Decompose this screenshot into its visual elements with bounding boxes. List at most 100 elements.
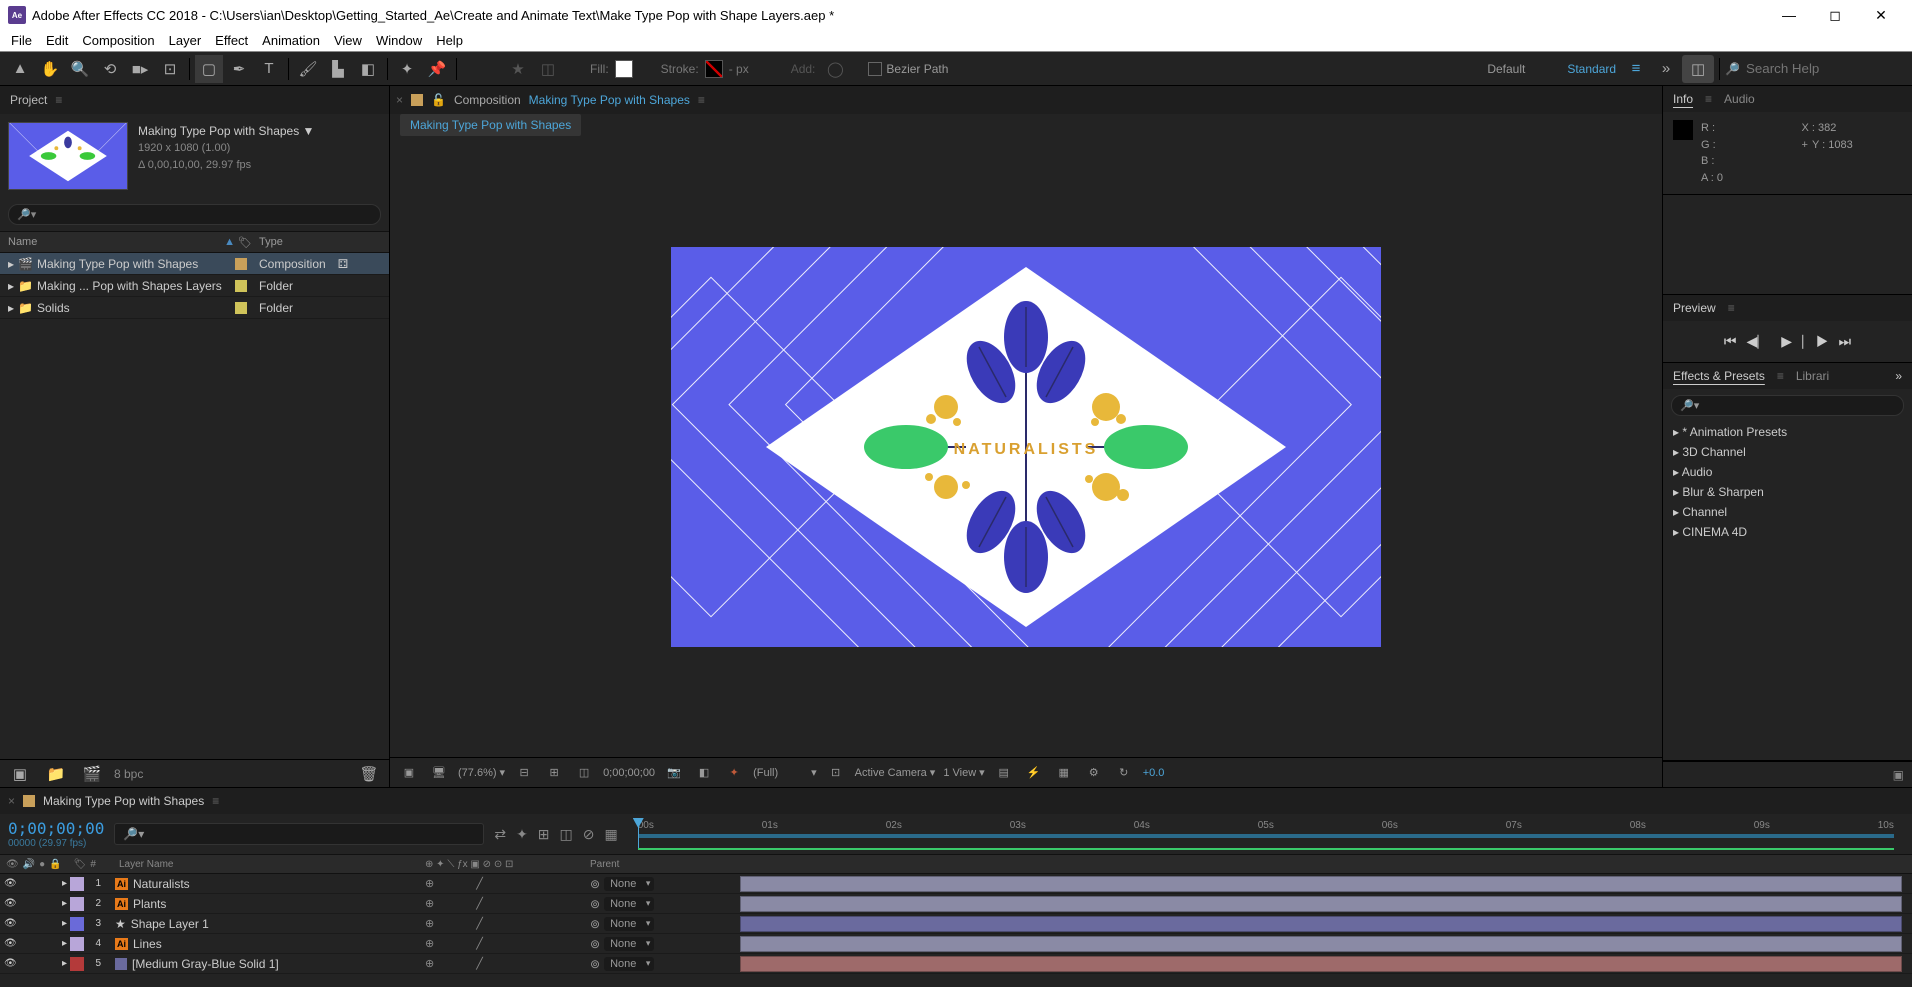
workspace-standard[interactable]: Standard — [1567, 62, 1616, 76]
effects-tab[interactable]: Effects & Presets — [1673, 369, 1765, 383]
eraser-tool-icon[interactable]: ◧ — [354, 55, 382, 83]
timeline-layer-row[interactable]: 👁▸2 AiPlants ⊕╱ ⊚None — [0, 894, 1912, 914]
new-comp-icon[interactable]: 🎬 — [78, 760, 106, 788]
frame-blend-icon[interactable]: ◫ — [560, 826, 573, 843]
res-dropdown[interactable]: (Full) ▾ — [753, 766, 817, 779]
canvas[interactable]: NATURALISTS — [671, 247, 1381, 647]
snap-icon[interactable]: ◫ — [534, 55, 562, 83]
preset-category[interactable]: ▸ Channel — [1663, 502, 1912, 522]
view-dropdown[interactable]: 1 View ▾ — [943, 766, 984, 779]
puppet-tool-icon[interactable]: 📌 — [423, 55, 451, 83]
timecode-display[interactable]: 0;00;00;00 — [603, 767, 655, 779]
text-tool-icon[interactable]: T — [255, 55, 283, 83]
anchor-tool-icon[interactable]: ⊡ — [156, 55, 184, 83]
info-tab[interactable]: Info — [1673, 92, 1693, 106]
col-audio-icon[interactable]: 🔊 — [23, 859, 35, 870]
comp-thumbnail[interactable] — [8, 122, 128, 190]
mask-icon[interactable]: ◫ — [573, 762, 595, 784]
col-parent[interactable]: Parent — [590, 859, 730, 870]
effects-search[interactable]: 🔎▾ — [1671, 395, 1904, 416]
playhead[interactable] — [638, 818, 639, 850]
close-tab-icon[interactable]: × — [396, 93, 403, 107]
roto-tool-icon[interactable]: ✦ — [393, 55, 421, 83]
workspace-menu-icon[interactable]: ≡ — [1622, 55, 1650, 83]
stroke-px[interactable]: - px — [729, 62, 749, 76]
monitor-icon[interactable]: 🖥 — [428, 762, 450, 784]
roi-icon[interactable]: ⊡ — [825, 762, 847, 784]
snapshot-icon[interactable]: 📷 — [663, 762, 685, 784]
timeline-layer-row[interactable]: 👁▸1 AiNaturalists ⊕╱ ⊚None — [0, 874, 1912, 894]
preview-menu-icon[interactable]: ≡ — [1728, 301, 1735, 315]
apply-preset-icon[interactable]: ▣ — [1893, 768, 1904, 782]
menu-composition[interactable]: Composition — [75, 33, 161, 48]
minimize-button[interactable]: — — [1766, 0, 1812, 30]
close-button[interactable]: ✕ — [1858, 0, 1904, 30]
more-panels-icon[interactable]: » — [1895, 369, 1902, 383]
folder-icon[interactable]: 📁 — [42, 760, 70, 788]
hand-tool-icon[interactable]: ✋ — [36, 55, 64, 83]
close-timeline-tab-icon[interactable]: × — [8, 794, 15, 808]
selection-tool-icon[interactable]: ▲ — [6, 55, 34, 83]
col-lock-icon[interactable]: 🔒 — [49, 859, 61, 870]
maximize-button[interactable]: ◻ — [1812, 0, 1858, 30]
preset-category[interactable]: ▸ CINEMA 4D — [1663, 522, 1912, 542]
col-solo-icon[interactable]: ● — [39, 859, 45, 870]
flowchart-icon[interactable]: ⚙ — [1083, 762, 1105, 784]
exposure-value[interactable]: +0.0 — [1143, 767, 1165, 779]
zoom-tool-icon[interactable]: 🔍 — [66, 55, 94, 83]
fill-swatch[interactable] — [615, 60, 633, 78]
zoom-dropdown[interactable]: (77.6%) ▾ — [458, 766, 505, 779]
menu-layer[interactable]: Layer — [162, 33, 209, 48]
preset-category[interactable]: ▸ 3D Channel — [1663, 442, 1912, 462]
menu-help[interactable]: Help — [429, 33, 470, 48]
audio-tab[interactable]: Audio — [1724, 92, 1755, 106]
preset-category[interactable]: ▸ Audio — [1663, 462, 1912, 482]
timeline-icon[interactable]: ▦ — [1053, 762, 1075, 784]
libraries-tab[interactable]: Librari — [1796, 369, 1829, 383]
effects-menu-icon[interactable]: ≡ — [1777, 369, 1784, 383]
play-icon[interactable]: ▶ — [1781, 333, 1792, 350]
add-button[interactable]: ◯ — [821, 55, 849, 83]
comp-panel-menu-icon[interactable]: ≡ — [698, 93, 705, 107]
draft3d-icon[interactable]: ✦ — [516, 826, 528, 843]
timeline-layer-row[interactable]: 👁▸4 AiLines ⊕╱ ⊚None — [0, 934, 1912, 954]
current-time[interactable]: 0;00;00;00 — [8, 819, 104, 838]
timeline-search[interactable]: 🔎▾ — [114, 823, 484, 845]
workspace-default[interactable]: Default — [1487, 62, 1525, 76]
prev-frame-icon[interactable]: ◀⎸ — [1746, 333, 1771, 350]
star-icon[interactable]: ★ — [504, 55, 532, 83]
stamp-tool-icon[interactable]: ▙ — [324, 55, 352, 83]
trash-icon[interactable]: 🗑 — [355, 760, 383, 788]
pen-tool-icon[interactable]: ✒ — [225, 55, 253, 83]
menu-view[interactable]: View — [327, 33, 369, 48]
timeline-layer-row[interactable]: 👁▸3 ★Shape Layer 1 ⊕╱ ⊚None — [0, 914, 1912, 934]
motion-blur-icon[interactable]: ⊘ — [583, 826, 595, 843]
timeline-layer-row[interactable]: 👁▸5 [Medium Gray-Blue Solid 1] ⊕╱ ⊚None — [0, 954, 1912, 974]
preview-tab[interactable]: Preview — [1673, 301, 1716, 315]
comp-name[interactable]: Making Type Pop with Shapes — [138, 124, 299, 138]
col-type[interactable]: Type — [255, 236, 389, 248]
preset-category[interactable]: ▸ * Animation Presets — [1663, 422, 1912, 442]
brush-tool-icon[interactable]: 🖌 — [294, 55, 322, 83]
fast-preview-icon[interactable]: ⚡ — [1023, 762, 1045, 784]
comp-crumb-name[interactable]: Making Type Pop with Shapes — [529, 93, 690, 107]
comp-tab[interactable]: Making Type Pop with Shapes — [400, 114, 581, 136]
next-frame-icon[interactable]: ⎸▶ — [1802, 333, 1829, 350]
preset-category[interactable]: ▸ Blur & Sharpen — [1663, 482, 1912, 502]
graph-editor-icon[interactable]: ▦ — [605, 826, 618, 843]
bpc-label[interactable]: 8 bpc — [114, 767, 143, 781]
grid-icon[interactable]: ⊞ — [543, 762, 565, 784]
interpret-icon[interactable]: ▣ — [6, 760, 34, 788]
project-item[interactable]: ▸📁SolidsFolder — [0, 297, 389, 319]
workspace-more-icon[interactable]: » — [1652, 55, 1680, 83]
channel-icon[interactable]: ◧ — [693, 762, 715, 784]
lock-icon[interactable]: 🔓 — [431, 93, 446, 107]
camera-dropdown[interactable]: Active Camera ▾ — [855, 766, 936, 779]
shy-icon[interactable]: ⊞ — [538, 826, 550, 843]
menu-edit[interactable]: Edit — [39, 33, 75, 48]
last-frame-icon[interactable]: ⏭ — [1839, 333, 1852, 350]
hw-icon[interactable]: ▣ — [398, 762, 420, 784]
project-item[interactable]: ▸🎬Making Type Pop with ShapesComposition… — [0, 253, 389, 275]
project-item[interactable]: ▸📁Making ... Pop with Shapes LayersFolde… — [0, 275, 389, 297]
col-name[interactable]: Name — [8, 236, 37, 248]
